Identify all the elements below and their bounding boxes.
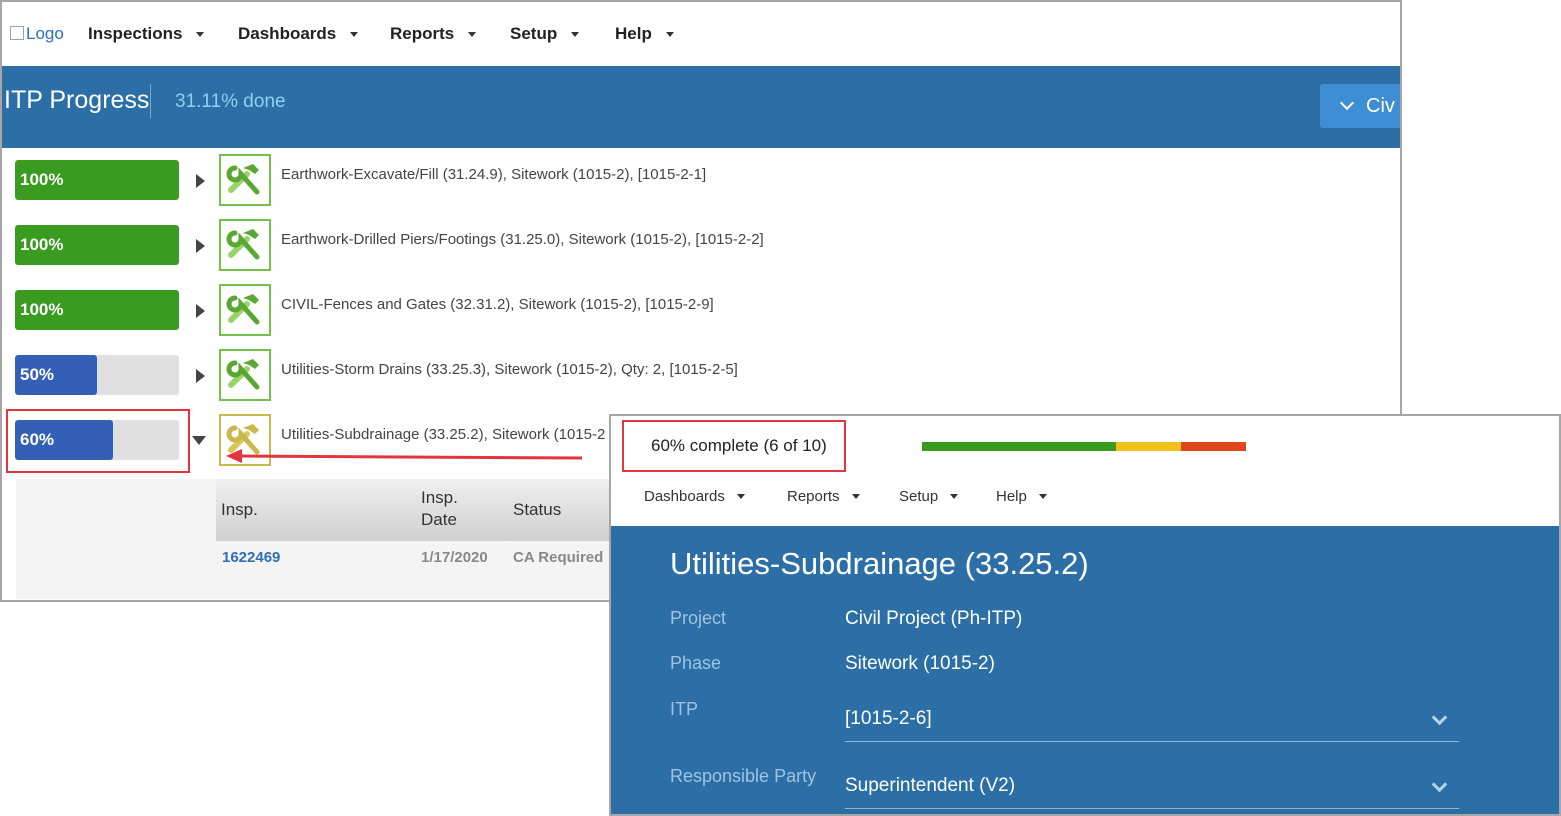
tools-icon <box>226 229 260 260</box>
expand-arrow-icon[interactable] <box>196 304 205 318</box>
nav-reports-label: Reports <box>390 24 455 43</box>
expand-arrow-icon[interactable] <box>196 174 205 188</box>
page-title: ITP Progress <box>4 86 150 114</box>
tools-icon <box>226 164 260 195</box>
tools-icon <box>226 359 260 390</box>
nav-dashboards-label: Dashboards <box>644 488 725 505</box>
nav-reports[interactable]: Reports <box>787 488 860 505</box>
itp-row[interactable]: 100% Earthwork-Excavate/Fill (31.24.9), S… <box>2 148 1400 210</box>
progress-percent: 100% <box>20 170 64 189</box>
nav-reports-label: Reports <box>787 488 840 505</box>
progress-bar: 50% <box>15 355 179 395</box>
caret-down-icon <box>665 31 674 37</box>
caret-down-icon <box>851 494 860 499</box>
detail-panel: Utilities-Subdrainage (33.25.2) Project … <box>611 526 1559 814</box>
phase-value: Sitework (1015-2) <box>845 653 995 674</box>
tools-icon <box>219 219 271 271</box>
caret-down-icon <box>196 31 205 37</box>
itp-row-label[interactable]: Earthwork-Excavate/Fill (31.24.9), Sitew… <box>281 166 706 183</box>
nav-help-label: Help <box>996 488 1027 505</box>
status-segment <box>922 442 1116 451</box>
project-select-label: Civ <box>1366 94 1395 117</box>
project-value: Civil Project (Ph-ITP) <box>845 608 1023 629</box>
col-insp: Insp. <box>221 500 258 519</box>
inspection-id-link[interactable]: 1622469 <box>222 549 280 566</box>
caret-down-icon <box>1038 494 1047 499</box>
status-segment <box>1181 442 1246 451</box>
status-segment <box>1116 442 1181 451</box>
inspection-date: 1/17/2020 <box>421 549 488 566</box>
itp-row[interactable]: 100% Earthwork-Drilled Piers/Footings (31… <box>2 213 1400 275</box>
logo[interactable]: Logo <box>10 24 64 44</box>
itp-value: [1015-2-6] <box>845 708 932 729</box>
top-navbar: Logo Inspections Dashboards Reports Setu… <box>2 2 1400 66</box>
nav-help[interactable]: Help <box>996 488 1047 505</box>
caret-down-icon <box>350 31 359 37</box>
chevron-down-icon <box>1339 95 1355 111</box>
expand-arrow-icon[interactable] <box>196 239 205 253</box>
broken-image-icon <box>10 26 24 40</box>
project-label: Project <box>670 608 727 628</box>
expand-arrow-icon[interactable] <box>196 369 205 383</box>
itp-row[interactable]: 50% Utilities-Storm Drains (33.25.3), Sit… <box>2 343 1400 405</box>
nav-reports[interactable]: Reports <box>390 24 477 44</box>
nav-inspections[interactable]: Inspections <box>88 24 205 44</box>
chevron-down-icon <box>1431 776 1448 793</box>
nav-setup[interactable]: Setup <box>899 488 959 505</box>
nav-dashboards[interactable]: Dashboards <box>238 24 359 44</box>
overall-progress-text: 31.11% done <box>175 91 286 112</box>
nav-setup-label: Setup <box>899 488 939 505</box>
nav-setup[interactable]: Setup <box>510 24 580 44</box>
collapse-arrow-icon[interactable] <box>192 436 206 445</box>
tools-icon <box>226 294 260 325</box>
responsible-party-select[interactable]: Superintendent (V2) <box>845 771 1459 809</box>
project-select-button[interactable]: Civ <box>1320 84 1400 128</box>
detail-title: Utilities-Subdrainage (33.25.2) <box>670 546 1089 581</box>
itp-row-label[interactable]: Utilities-Subdrainage (33.25.2), Sitewor… <box>281 426 605 443</box>
itp-row-label[interactable]: Earthwork-Drilled Piers/Footings (31.25.… <box>281 231 764 248</box>
caret-down-icon <box>571 31 580 37</box>
nav-dashboards[interactable]: Dashboards <box>644 488 745 505</box>
responsible-party-label: Responsible Party <box>670 766 817 786</box>
nav-dashboards-label: Dashboards <box>238 24 337 43</box>
nav-help-label: Help <box>615 24 652 43</box>
highlight-completion <box>622 420 846 472</box>
tools-icon <box>219 154 271 206</box>
header-divider <box>150 84 151 118</box>
itp-select[interactable]: [1015-2-6] <box>845 704 1459 742</box>
nav-help[interactable]: Help <box>615 24 674 44</box>
progress-percent: 100% <box>20 300 64 319</box>
caret-down-icon <box>950 494 959 499</box>
chevron-down-icon <box>1431 709 1448 726</box>
progress-percent: 100% <box>20 235 64 254</box>
itp-row[interactable]: 100% CIVIL-Fences and Gates (32.31.2), Si… <box>2 278 1400 340</box>
tools-icon <box>219 284 271 336</box>
nav-inspections-label: Inspections <box>88 24 183 43</box>
responsible-party-value: Superintendent (V2) <box>845 775 1016 796</box>
caret-down-icon <box>736 494 745 499</box>
highlight-progress-60 <box>6 409 190 473</box>
progress-bar: 100% <box>15 160 179 200</box>
col-status: Status <box>513 500 562 519</box>
detail-navbar: Dashboards Reports Setup Help <box>611 474 1559 526</box>
itp-detail-window: 60% complete (6 of 10) Dashboards Report… <box>609 414 1561 816</box>
inspection-status: CA Required <box>513 549 604 566</box>
callout-arrow <box>226 449 583 463</box>
nav-setup-label: Setup <box>510 24 558 43</box>
itp-row-label[interactable]: CIVIL-Fences and Gates (32.31.2), Sitewo… <box>281 296 714 313</box>
progress-bar: 100% <box>15 290 179 330</box>
progress-bar: 100% <box>15 225 179 265</box>
phase-label: Phase <box>670 653 722 673</box>
progress-percent: 50% <box>20 365 55 384</box>
col-insp-date: Insp. Date <box>421 488 458 529</box>
itp-row-label[interactable]: Utilities-Storm Drains (33.25.3), Sitewo… <box>281 361 738 378</box>
caret-down-icon <box>468 31 477 37</box>
page-header: ITP Progress 31.11% done Civ <box>2 66 1400 148</box>
tools-icon <box>219 349 271 401</box>
logo-alt-text: Logo <box>26 24 64 43</box>
itp-label: ITP <box>670 699 699 719</box>
